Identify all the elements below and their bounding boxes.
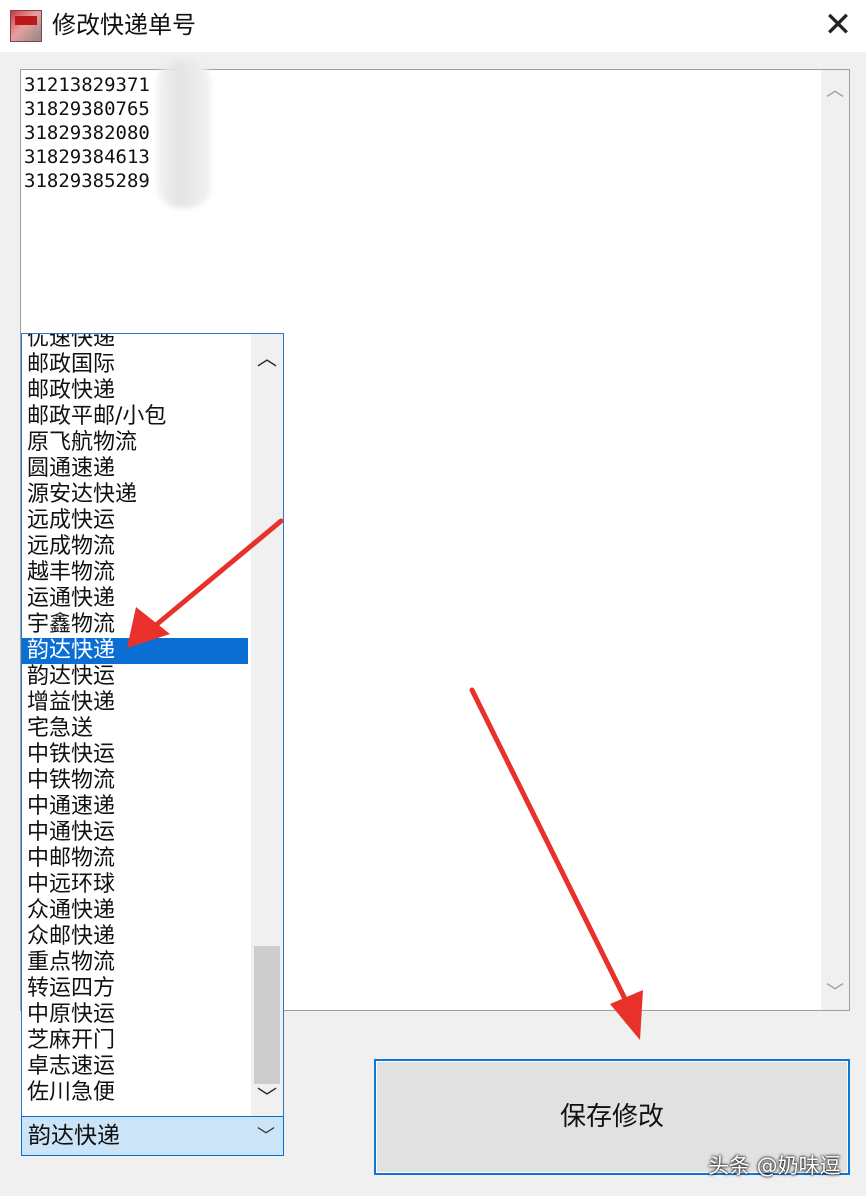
combobox-value: 韵达快递 bbox=[28, 1123, 120, 1149]
watermark: 头条 @奶味逗 bbox=[708, 1154, 841, 1178]
window-title: 修改快递单号 bbox=[52, 11, 196, 39]
courier-list-item[interactable]: 邮政国际 bbox=[22, 352, 248, 378]
listbox-scrollbar[interactable]: ︿ ﹀ bbox=[251, 334, 283, 1116]
tracking-number: 31829384613 bbox=[24, 146, 150, 168]
courier-list-item[interactable]: 运通快递 bbox=[22, 586, 248, 612]
courier-list-item[interactable]: 越丰物流 bbox=[22, 560, 248, 586]
scroll-up-icon[interactable]: ︿ bbox=[821, 76, 849, 102]
courier-list-item[interactable]: 众通快递 bbox=[22, 898, 248, 924]
chevron-down-icon[interactable]: ﹀ bbox=[257, 1122, 275, 1148]
courier-list-item[interactable]: 重点物流 bbox=[22, 950, 248, 976]
tracking-number-list: 31213829371 31829380765 31829382080 3182938… bbox=[24, 73, 150, 193]
courier-list-item[interactable]: 中原快运 bbox=[22, 1002, 248, 1028]
textarea-scrollbar[interactable]: ︿ ﹀ bbox=[821, 70, 849, 1010]
tracking-number: 31829380765 bbox=[24, 98, 150, 120]
close-button[interactable]: ✕ bbox=[816, 4, 860, 48]
courier-list-item[interactable]: 源安达快递 bbox=[22, 482, 248, 508]
courier-list-item[interactable]: 韵达快递 bbox=[22, 638, 248, 664]
courier-list-item[interactable]: 增益快递 bbox=[22, 690, 248, 716]
courier-list-item[interactable]: 卓志速运 bbox=[22, 1054, 248, 1080]
tracking-number: 31213829371 bbox=[24, 74, 150, 96]
scroll-down-icon[interactable]: ﹀ bbox=[251, 1081, 283, 1110]
courier-list-item[interactable]: 中铁物流 bbox=[22, 768, 248, 794]
app-icon bbox=[10, 10, 42, 42]
courier-list-item[interactable]: 中通快运 bbox=[22, 820, 248, 846]
privacy-blur bbox=[157, 60, 211, 208]
courier-list-item[interactable]: 众邮快递 bbox=[22, 924, 248, 950]
courier-list-item[interactable]: 韵达快运 bbox=[22, 664, 248, 690]
courier-list-item[interactable]: 邮政快递 bbox=[22, 378, 248, 404]
scrollbar-thumb[interactable] bbox=[254, 946, 280, 1084]
title-bar: 修改快递单号 ✕ bbox=[0, 0, 866, 52]
courier-list-item[interactable]: 远成快运 bbox=[22, 508, 248, 534]
courier-list: 优速快递 邮政国际 邮政快递 邮政平邮/小包 原飞航物流 圆通速递 源安达快递 远成快运 远成物… bbox=[22, 334, 248, 1106]
courier-list-item[interactable]: 佐川急便 bbox=[22, 1080, 248, 1106]
courier-list-item[interactable]: 宇鑫物流 bbox=[22, 612, 248, 638]
courier-list-item[interactable]: 芝麻开门 bbox=[22, 1028, 248, 1054]
courier-list-item[interactable]: 转运四方 bbox=[22, 976, 248, 1002]
tracking-number: 31829382080 bbox=[24, 122, 150, 144]
courier-list-item[interactable]: 中通速递 bbox=[22, 794, 248, 820]
courier-list-item[interactable]: 中铁快运 bbox=[22, 742, 248, 768]
courier-list-item[interactable]: 中邮物流 bbox=[22, 846, 248, 872]
courier-list-item[interactable]: 优速快递 bbox=[22, 334, 248, 352]
scroll-up-icon[interactable]: ︿ bbox=[251, 342, 283, 371]
courier-combobox[interactable]: 韵达快递 ﹀ bbox=[21, 1116, 284, 1156]
courier-list-item[interactable]: 远成物流 bbox=[22, 534, 248, 560]
courier-list-item[interactable]: 宅急送 bbox=[22, 716, 248, 742]
scroll-down-icon[interactable]: ﹀ bbox=[821, 978, 849, 1004]
tracking-number: 31829385289 bbox=[24, 170, 150, 192]
courier-list-item[interactable]: 原飞航物流 bbox=[22, 430, 248, 456]
courier-list-item[interactable]: 圆通速递 bbox=[22, 456, 248, 482]
courier-list-item[interactable]: 中远环球 bbox=[22, 872, 248, 898]
courier-list-item[interactable]: 邮政平邮/小包 bbox=[22, 404, 248, 430]
courier-listbox[interactable]: 优速快递 邮政国际 邮政快递 邮政平邮/小包 原飞航物流 圆通速递 源安达快递 远成快运 远成物… bbox=[21, 333, 284, 1117]
